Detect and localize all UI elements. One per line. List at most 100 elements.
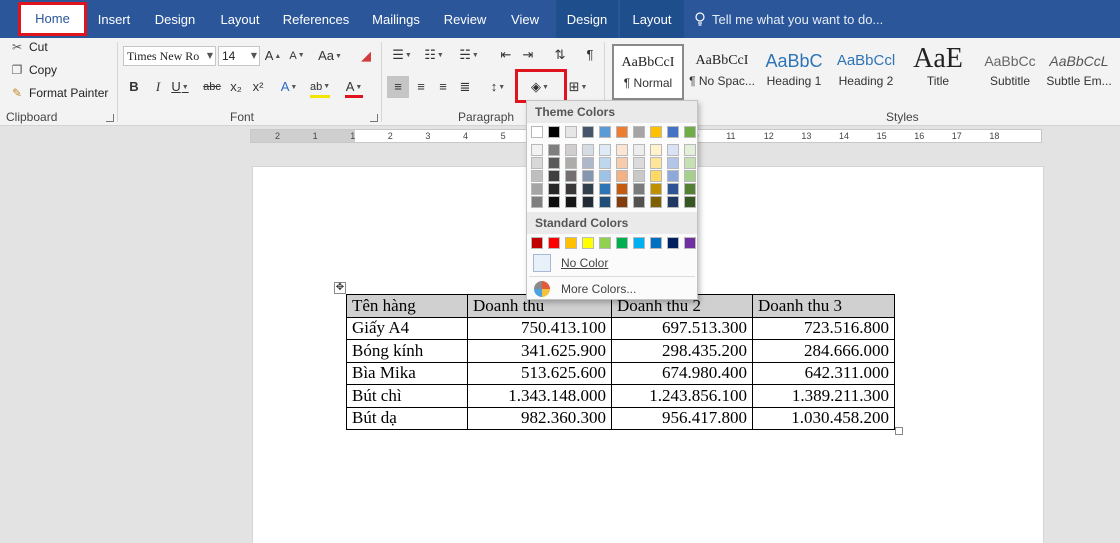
table-cell[interactable]: 1.030.458.200 [752, 406, 895, 430]
align-left-button[interactable]: ≡ [387, 76, 409, 98]
table-cell[interactable]: 513.625.600 [467, 361, 612, 385]
theme-color-swatch[interactable] [582, 144, 594, 156]
tab-table-design[interactable]: Design [556, 0, 618, 38]
theme-color-swatch[interactable] [633, 170, 645, 182]
theme-color-swatch[interactable] [565, 170, 577, 182]
font-color-button[interactable]: A▼ [345, 76, 363, 98]
standard-color-swatch[interactable] [582, 237, 594, 249]
table-cell[interactable]: 697.513.300 [611, 316, 753, 340]
style-heading-1[interactable]: AaBbC Heading 1 [758, 44, 830, 100]
theme-color-swatch[interactable] [667, 126, 679, 138]
standard-color-swatch[interactable] [599, 237, 611, 249]
style-subtle-emphasis[interactable]: AaBbCcL Subtle Em... [1046, 44, 1112, 100]
style-normal[interactable]: AaBbCcI ¶ Normal [612, 44, 684, 100]
more-colors-option[interactable]: More Colors... [529, 277, 695, 301]
theme-color-swatch[interactable] [531, 196, 543, 208]
table-cell[interactable]: 982.360.300 [467, 406, 612, 430]
standard-color-swatch[interactable] [548, 237, 560, 249]
font-launcher-icon[interactable] [370, 114, 378, 122]
table-cell[interactable]: Bóng kính [346, 339, 468, 363]
theme-color-swatch[interactable] [650, 170, 662, 182]
standard-color-swatch[interactable] [684, 237, 696, 249]
tab-design[interactable]: Design [150, 0, 200, 38]
table-cell[interactable]: 750.413.100 [467, 316, 612, 340]
theme-color-swatch[interactable] [548, 144, 560, 156]
increase-indent-button[interactable]: ⇥ [518, 44, 538, 66]
theme-color-swatch[interactable] [667, 144, 679, 156]
theme-color-swatch[interactable] [548, 126, 560, 138]
line-spacing-button[interactable]: ↕▼ [484, 76, 512, 98]
theme-color-swatch[interactable] [633, 157, 645, 169]
clear-formatting-button[interactable]: ◢ [356, 45, 376, 67]
theme-color-swatch[interactable] [667, 157, 679, 169]
theme-color-swatch[interactable] [582, 196, 594, 208]
multilevel-list-button[interactable]: ☵▼ [452, 44, 486, 66]
tab-layout[interactable]: Layout [214, 0, 266, 38]
table-cell[interactable]: Giấy A4 [346, 316, 468, 340]
table-cell[interactable]: 642.311.000 [752, 361, 895, 385]
tab-references[interactable]: References [280, 0, 352, 38]
theme-color-swatch[interactable] [650, 196, 662, 208]
theme-color-swatch[interactable] [633, 183, 645, 195]
table-cell[interactable]: 956.417.800 [611, 406, 753, 430]
cut-button[interactable]: ✂ Cut [10, 40, 48, 54]
theme-color-swatch[interactable] [565, 196, 577, 208]
style-subtitle[interactable]: AaBbCc Subtitle [974, 44, 1046, 100]
theme-color-swatch[interactable] [684, 196, 696, 208]
change-case-button[interactable]: Aa▼ [314, 45, 346, 67]
theme-color-swatch[interactable] [599, 144, 611, 156]
theme-color-swatch[interactable] [650, 157, 662, 169]
highlight-button[interactable]: ab▼ [310, 76, 331, 98]
tab-home[interactable]: Home [18, 2, 87, 36]
bullets-button[interactable]: ☰▼ [388, 44, 416, 66]
theme-color-swatch[interactable] [667, 196, 679, 208]
theme-color-swatch[interactable] [650, 183, 662, 195]
theme-color-swatch[interactable] [582, 126, 594, 138]
tell-me-box[interactable]: Tell me what you want to do... [694, 0, 883, 38]
theme-color-swatch[interactable] [616, 144, 628, 156]
theme-color-swatch[interactable] [616, 126, 628, 138]
tab-mailings[interactable]: Mailings [366, 0, 426, 38]
theme-color-swatch[interactable] [531, 157, 543, 169]
table-cell[interactable]: 341.625.900 [467, 339, 612, 363]
font-name-combo[interactable]: Times New Ro ▼ [123, 46, 216, 66]
table-cell[interactable]: Bìa Mika [346, 361, 468, 385]
table-cell[interactable]: 298.435.200 [611, 339, 753, 363]
theme-color-swatch[interactable] [565, 183, 577, 195]
theme-color-swatch[interactable] [548, 183, 560, 195]
theme-color-swatch[interactable] [684, 183, 696, 195]
theme-color-swatch[interactable] [565, 157, 577, 169]
theme-color-swatch[interactable] [599, 157, 611, 169]
numbering-button[interactable]: ☷▼ [420, 44, 448, 66]
underline-button[interactable]: U▼ [171, 76, 189, 98]
theme-color-swatch[interactable] [531, 170, 543, 182]
clipboard-launcher-icon[interactable] [106, 114, 114, 122]
theme-color-swatch[interactable] [616, 157, 628, 169]
theme-color-swatch[interactable] [531, 183, 543, 195]
table-cell[interactable]: Bút dạ [346, 406, 468, 430]
standard-color-swatch[interactable] [633, 237, 645, 249]
grow-font-button[interactable]: A▲ [264, 45, 282, 67]
theme-color-swatch[interactable] [616, 183, 628, 195]
theme-color-swatch[interactable] [633, 144, 645, 156]
theme-color-swatch[interactable] [582, 183, 594, 195]
sales-table[interactable]: Tên hàng Doanh thu Doanh thu 2 Doanh thu… [346, 294, 895, 430]
theme-color-swatch[interactable] [684, 126, 696, 138]
text-effects-button[interactable]: A▼ [280, 76, 298, 98]
superscript-button[interactable]: x² [249, 76, 267, 98]
table-cell[interactable]: Bút chì [346, 384, 468, 408]
table-cell[interactable]: 674.980.400 [611, 361, 753, 385]
style-no-spacing[interactable]: AaBbCcI ¶ No Spac... [686, 44, 758, 100]
theme-color-swatch[interactable] [616, 196, 628, 208]
standard-color-swatch[interactable] [667, 237, 679, 249]
standard-color-swatch[interactable] [565, 237, 577, 249]
no-color-option[interactable]: No Color [529, 251, 695, 275]
table-cell[interactable]: 284.666.000 [752, 339, 895, 363]
theme-color-swatch[interactable] [599, 196, 611, 208]
tab-review[interactable]: Review [440, 0, 490, 38]
theme-color-swatch[interactable] [633, 196, 645, 208]
theme-color-swatch[interactable] [565, 126, 577, 138]
subscript-button[interactable]: x₂ [227, 76, 245, 98]
shrink-font-button[interactable]: A▼ [288, 45, 306, 67]
theme-color-swatch[interactable] [667, 170, 679, 182]
